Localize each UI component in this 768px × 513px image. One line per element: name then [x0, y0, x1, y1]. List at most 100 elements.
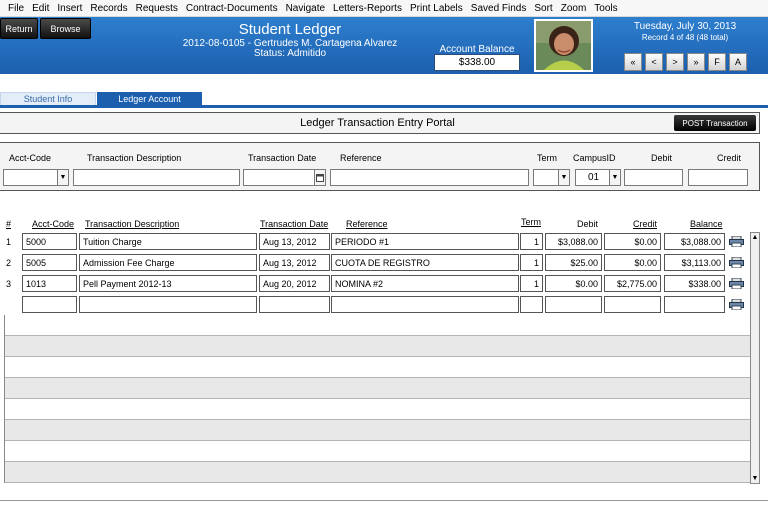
- col-header-credit[interactable]: Credit: [633, 219, 657, 229]
- row-acct-code[interactable]: 5005: [22, 254, 77, 271]
- row-debit[interactable]: $0.00: [545, 275, 602, 292]
- row-debit[interactable]: $3,088.00: [545, 233, 602, 250]
- menu-navigate[interactable]: Navigate: [282, 3, 329, 14]
- menu-zoom[interactable]: Zoom: [557, 3, 591, 14]
- previous-record-button[interactable]: <: [645, 53, 663, 71]
- row-credit[interactable]: $0.00: [604, 254, 661, 271]
- menu-edit[interactable]: Edit: [28, 3, 53, 14]
- tab-ledger-account[interactable]: Ledger Account: [97, 92, 202, 106]
- new-credit-cell[interactable]: [604, 296, 661, 313]
- row-term[interactable]: 1: [520, 233, 543, 250]
- tab-student-info[interactable]: Student Info: [0, 92, 96, 106]
- menu-contract-documents[interactable]: Contract-Documents: [182, 3, 282, 14]
- return-button[interactable]: Return: [0, 18, 38, 39]
- new-description-cell[interactable]: [79, 296, 257, 313]
- date-input[interactable]: [243, 169, 326, 186]
- menu-sort[interactable]: Sort: [530, 3, 556, 14]
- first-record-button[interactable]: «: [624, 53, 642, 71]
- empty-row: [5, 315, 750, 336]
- new-reference-cell[interactable]: [331, 296, 519, 313]
- calendar-icon[interactable]: [314, 170, 325, 185]
- col-header-debit: Debit: [577, 219, 599, 229]
- row-credit[interactable]: $0.00: [604, 233, 661, 250]
- campus-id-label: CampusID: [573, 153, 616, 163]
- row-date[interactable]: Aug 13, 2012: [259, 233, 330, 250]
- row-balance: $3,088.00: [664, 233, 725, 250]
- menu-records[interactable]: Records: [86, 3, 131, 14]
- new-debit-cell[interactable]: [545, 296, 602, 313]
- new-term-cell[interactable]: [520, 296, 543, 313]
- term-select[interactable]: ▼: [533, 169, 570, 186]
- portal-scrollbar[interactable]: ▲ ▼: [750, 232, 760, 484]
- dropdown-arrow-icon[interactable]: ▼: [57, 170, 68, 185]
- row-description[interactable]: Tuition Charge: [79, 233, 257, 250]
- col-header-date[interactable]: Transaction Date: [260, 219, 328, 229]
- campus-id-value: 01: [588, 172, 600, 183]
- empty-row: [5, 441, 750, 462]
- description-label: Transaction Description: [87, 153, 182, 163]
- menu-letters-reports[interactable]: Letters-Reports: [329, 3, 406, 14]
- row-debit[interactable]: $25.00: [545, 254, 602, 271]
- new-balance-cell: [664, 296, 725, 313]
- row-date[interactable]: Aug 20, 2012: [259, 275, 330, 292]
- row-date[interactable]: Aug 13, 2012: [259, 254, 330, 271]
- dropdown-arrow-icon[interactable]: ▼: [558, 170, 569, 185]
- col-header-balance[interactable]: Balance: [690, 219, 723, 229]
- row-credit[interactable]: $2,775.00: [604, 275, 661, 292]
- term-label: Term: [537, 153, 557, 163]
- scroll-down-icon[interactable]: ▼: [751, 474, 759, 483]
- row-term[interactable]: 1: [520, 275, 543, 292]
- menu-print-labels[interactable]: Print Labels: [406, 3, 467, 14]
- date-label: Transaction Date: [248, 153, 317, 163]
- col-header-reference[interactable]: Reference: [346, 219, 388, 229]
- menu-insert[interactable]: Insert: [53, 3, 86, 14]
- debit-label: Debit: [651, 153, 673, 163]
- next-record-button[interactable]: >: [666, 53, 684, 71]
- menu-saved-finds[interactable]: Saved Finds: [467, 3, 531, 14]
- tab-underline: [0, 105, 768, 108]
- reference-input[interactable]: [330, 169, 529, 186]
- row-acct-code[interactable]: 5000: [22, 233, 77, 250]
- record-counter: Record 4 of 48 (48 total): [641, 33, 729, 42]
- browse-button[interactable]: Browse: [40, 18, 91, 39]
- col-header-acct-code[interactable]: Acct-Code: [32, 219, 74, 229]
- dropdown-arrow-icon[interactable]: ▼: [609, 170, 620, 185]
- row-reference[interactable]: CUOTA DE REGISTRO: [331, 254, 519, 271]
- printer-icon[interactable]: [729, 299, 744, 310]
- all-records-button[interactable]: A: [729, 53, 747, 71]
- printer-icon[interactable]: [729, 278, 744, 289]
- account-balance-value: $338.00: [434, 54, 520, 71]
- empty-row: [5, 357, 750, 378]
- header-banner: Return Browse Student Ledger 2012-08-010…: [0, 17, 768, 74]
- menu-file[interactable]: File: [4, 3, 28, 14]
- row-description[interactable]: Pell Payment 2012-13: [79, 275, 257, 292]
- acct-code-select[interactable]: ▼: [3, 169, 69, 186]
- credit-input[interactable]: [688, 169, 748, 186]
- menu-requests[interactable]: Requests: [132, 3, 182, 14]
- menu-tools[interactable]: Tools: [590, 3, 621, 14]
- post-transaction-button[interactable]: POST Transaction: [674, 115, 756, 131]
- acct-code-label: Acct-Code: [9, 153, 52, 163]
- campus-id-select[interactable]: 01 ▼: [575, 169, 621, 186]
- new-date-cell[interactable]: [259, 296, 330, 313]
- empty-row: [5, 420, 750, 441]
- row-description[interactable]: Admission Fee Charge: [79, 254, 257, 271]
- col-header-term[interactable]: Term: [521, 217, 541, 227]
- printer-icon[interactable]: [729, 257, 744, 268]
- printer-icon[interactable]: [729, 236, 744, 247]
- col-header-description[interactable]: Transaction Description: [85, 219, 179, 229]
- col-header-number: #: [6, 219, 12, 229]
- row-term[interactable]: 1: [520, 254, 543, 271]
- scroll-up-icon[interactable]: ▲: [751, 233, 759, 242]
- row-reference[interactable]: PERIODO #1: [331, 233, 519, 250]
- description-input[interactable]: [73, 169, 240, 186]
- last-record-button[interactable]: »: [687, 53, 705, 71]
- portal-empty-rows: [4, 315, 750, 483]
- transaction-entry-panel: Acct-Code Transaction Description Transa…: [0, 142, 760, 191]
- find-button[interactable]: F: [708, 53, 726, 71]
- row-reference[interactable]: NOMINA #2: [331, 275, 519, 292]
- new-acct-code-cell[interactable]: [22, 296, 77, 313]
- empty-row: [5, 462, 750, 483]
- row-acct-code[interactable]: 1013: [22, 275, 77, 292]
- debit-input[interactable]: [624, 169, 683, 186]
